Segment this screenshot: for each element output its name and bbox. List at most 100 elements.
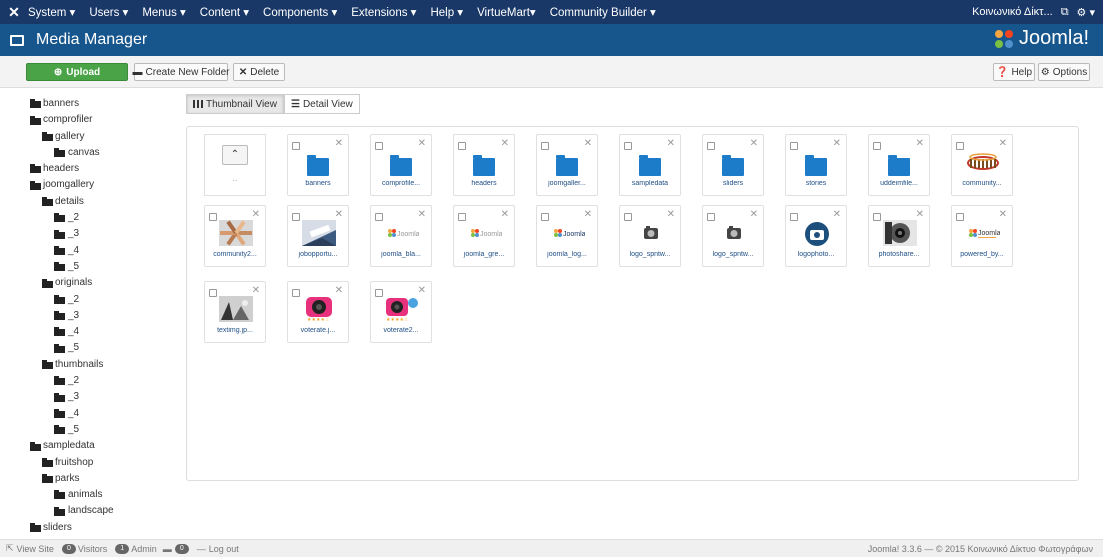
tree-node[interactable]: _5 [30,422,180,438]
select-checkbox[interactable] [292,142,300,150]
select-checkbox[interactable] [624,142,632,150]
folder-tile[interactable]: ✕ headers [453,134,515,196]
tile-caption[interactable]: logo_spntw... [703,251,763,258]
folder-icon[interactable] [307,155,329,176]
select-checkbox[interactable] [541,213,549,221]
folder-tile[interactable]: ✕ joomgaller... [536,134,598,196]
tile-caption[interactable]: voterate.j... [288,327,348,334]
tree-node[interactable]: _4 [30,406,180,422]
delete-x-icon[interactable]: ✕ [667,209,675,220]
menu-users[interactable]: Users ▾ [89,5,128,19]
image-tile[interactable]: ✕ Joomla! joomla_bla... [370,205,432,267]
create-folder-button[interactable]: ▬ Create New Folder [133,63,229,81]
image-tile[interactable]: ✕ textimg.jp... [204,281,266,343]
select-checkbox[interactable] [375,142,383,150]
image-thumbnail[interactable] [800,220,834,246]
tile-caption[interactable]: sampledata [620,180,680,187]
up-folder-tile[interactable]: ⌃ .. [204,134,266,196]
tile-caption[interactable]: community2... [205,251,265,258]
folder-tile[interactable]: ✕ stories [785,134,847,196]
tile-caption[interactable]: logophoto... [786,251,846,258]
delete-x-icon[interactable]: ✕ [999,209,1007,220]
tree-node[interactable]: _2 [30,210,180,226]
folder-tile[interactable]: ✕ banners [287,134,349,196]
select-checkbox[interactable] [956,142,964,150]
image-tile[interactable]: ✕ Joomla! joomla_gre... [453,205,515,267]
select-checkbox[interactable] [790,213,798,221]
menu-community-builder[interactable]: Community Builder ▾ [550,5,656,19]
delete-x-icon[interactable]: ✕ [418,209,426,220]
gear-icon[interactable]: ⚙ ▾ [1077,6,1095,19]
image-thumbnail[interactable] [634,220,668,246]
tree-node[interactable]: comprofiler [30,112,180,128]
delete-x-icon[interactable]: ✕ [335,285,343,296]
view-site-link[interactable]: ⇱ View Site [6,543,54,554]
tree-node[interactable]: animals [30,487,180,503]
folder-tile[interactable]: ✕ uddeimfile... [868,134,930,196]
tree-node[interactable]: sliders [30,520,180,536]
delete-x-icon[interactable]: ✕ [667,138,675,149]
folder-icon[interactable] [639,155,661,176]
tree-node[interactable]: canvas [30,145,180,161]
menu-menus[interactable]: Menus ▾ [142,5,185,19]
delete-x-icon[interactable]: ✕ [252,209,260,220]
tile-caption[interactable]: comprofile... [371,180,431,187]
tile-caption[interactable]: stories [786,180,846,187]
folder-icon[interactable] [722,155,744,176]
delete-x-icon[interactable]: ✕ [335,138,343,149]
menu-virtuemart[interactable]: VirtueMart▾ [477,5,536,19]
select-checkbox[interactable] [873,142,881,150]
folder-tile[interactable]: ✕ comprofile... [370,134,432,196]
tree-node[interactable]: _5 [30,259,180,275]
folder-tile[interactable]: ✕ sliders [702,134,764,196]
image-thumbnail[interactable] [966,149,1000,175]
select-checkbox[interactable] [209,289,217,297]
tree-node[interactable]: _4 [30,243,180,259]
tree-node[interactable]: _3 [30,389,180,405]
folder-icon[interactable] [556,155,578,176]
tree-node[interactable]: joomgallery [30,177,180,193]
tree-node[interactable]: parks [30,471,180,487]
delete-x-icon[interactable]: ✕ [584,209,592,220]
tile-caption[interactable]: sliders [703,180,763,187]
folder-icon[interactable] [888,155,910,176]
select-checkbox[interactable] [541,142,549,150]
tree-node[interactable]: details [30,194,180,210]
image-thumbnail[interactable] [717,220,751,246]
select-checkbox[interactable] [375,289,383,297]
menu-content[interactable]: Content ▾ [200,5,249,19]
select-checkbox[interactable] [209,213,217,221]
select-checkbox[interactable] [292,213,300,221]
image-thumbnail[interactable] [302,220,336,246]
folder-icon[interactable] [390,155,412,176]
delete-button[interactable]: ✕ Delete [233,63,285,81]
external-link-icon[interactable]: ⧉ [1061,6,1069,19]
select-checkbox[interactable] [375,213,383,221]
menu-system[interactable]: System ▾ [28,5,75,19]
delete-x-icon[interactable]: ✕ [999,138,1007,149]
folder-icon[interactable] [473,155,495,176]
chevron-up-icon[interactable]: ⌃ [222,145,248,165]
select-checkbox[interactable] [707,213,715,221]
tile-caption[interactable]: photoshare... [869,251,929,258]
logout-link[interactable]: — Log out [197,544,239,554]
image-tile[interactable]: ✕ logophoto... [785,205,847,267]
select-checkbox[interactable] [790,142,798,150]
tree-node[interactable]: thumbnails [30,357,180,373]
tree-node[interactable]: _5 [30,340,180,356]
delete-x-icon[interactable]: ✕ [252,285,260,296]
tree-node[interactable]: _2 [30,373,180,389]
delete-x-icon[interactable]: ✕ [584,138,592,149]
thumbnail-view-button[interactable]: Thumbnail View [186,94,284,114]
delete-x-icon[interactable]: ✕ [916,138,924,149]
tree-node[interactable]: _2 [30,292,180,308]
image-tile[interactable]: ✕ photoshare... [868,205,930,267]
select-checkbox[interactable] [873,213,881,221]
image-tile[interactable]: ✕ ★★★★☆ voterate2... [370,281,432,343]
select-checkbox[interactable] [458,213,466,221]
delete-x-icon[interactable]: ✕ [501,209,509,220]
image-thumbnail[interactable]: ★★★★☆ [385,296,419,323]
messages-indicator[interactable]: ▬ 0 [163,543,191,554]
image-tile[interactable]: ✕ community... [951,134,1013,196]
select-checkbox[interactable] [458,142,466,150]
